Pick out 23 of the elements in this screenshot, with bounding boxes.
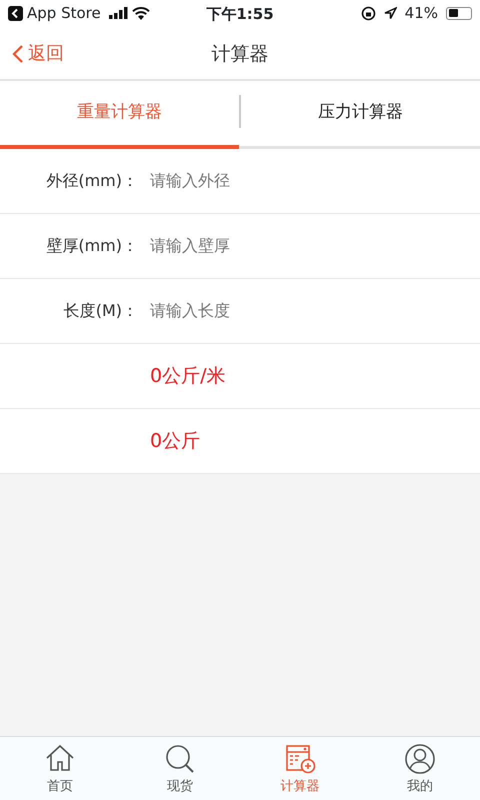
field-label: 外径(mm)： (45, 170, 139, 192)
field-label: 壁厚(mm)： (45, 235, 139, 257)
result-value: 0公斤/米 (150, 364, 226, 389)
tab[interactable]: 压力计算器 (241, 81, 480, 149)
status-time: 下午1:55 (206, 4, 274, 25)
tab-bar-item[interactable]: 现货 (120, 737, 240, 800)
signal-icon (108, 7, 128, 19)
back-app-icon[interactable] (8, 6, 23, 20)
page-title: 计算器 (212, 42, 268, 67)
calculator-icon (284, 743, 316, 775)
wifi-icon (132, 6, 150, 20)
back-app-link[interactable]: App Store (27, 2, 101, 24)
search-icon (164, 743, 196, 775)
location-icon (384, 6, 397, 20)
tab-bar-item[interactable]: 我的 (360, 737, 480, 800)
profile-icon (404, 743, 436, 775)
battery-percent: 41% (404, 2, 438, 24)
battery-icon (446, 6, 472, 20)
tab-bar-item[interactable]: 首页 (0, 737, 120, 800)
chevron-left-icon (12, 44, 24, 64)
field-label: 长度(M)： (62, 300, 139, 322)
result-value: 0公斤 (150, 428, 200, 454)
rotation-lock-icon (360, 6, 376, 20)
